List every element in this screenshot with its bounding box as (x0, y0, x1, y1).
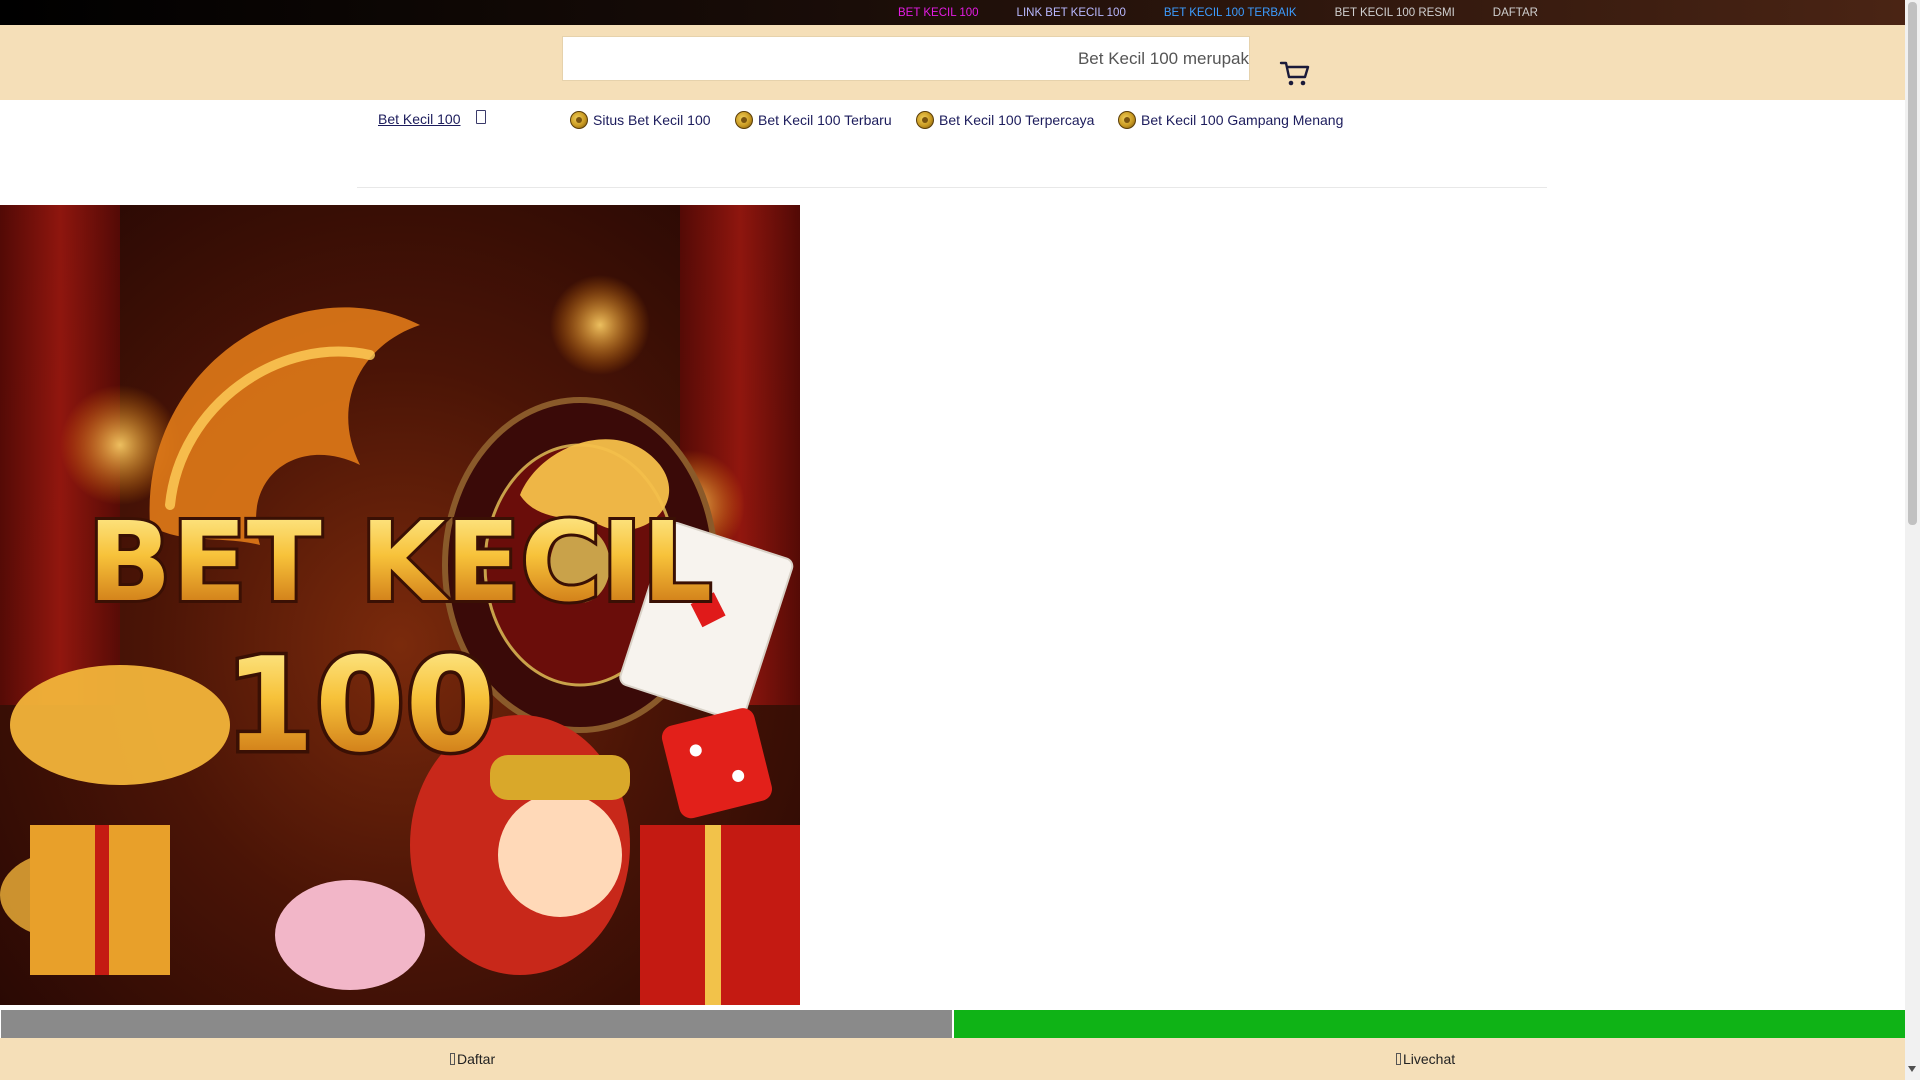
header: Bet Kecil 100 merupak (0, 25, 1905, 100)
user-plus-icon (450, 1053, 455, 1065)
scrollbar-thumb[interactable] (1908, 2, 1917, 525)
vertical-scrollbar[interactable] (1905, 0, 1920, 1080)
search-input[interactable]: Bet Kecil 100 merupak (562, 36, 1250, 81)
top-link-link-bet-kecil-100[interactable]: LINK BET KECIL 100 (1017, 7, 1126, 19)
coin-icon (570, 111, 588, 129)
coin-icon (735, 111, 753, 129)
hero-title-line1: BET KECIL (88, 498, 712, 626)
green-bar (954, 1010, 1905, 1038)
hero-banner-image: BET KECIL 100 (0, 205, 800, 1005)
coin-icon (1118, 111, 1136, 129)
top-link-resmi[interactable]: BET KECIL 100 RESMI (1335, 7, 1455, 19)
gray-bar (1, 1010, 952, 1038)
top-link-daftar[interactable]: DAFTAR (1493, 7, 1538, 19)
nav-item-situs[interactable]: Situs Bet Kecil 100 (570, 108, 711, 132)
hero-title-line2: 100 (224, 629, 495, 781)
bottom-action-bar: Daftar Livechat (0, 1038, 1905, 1080)
search-text: Bet Kecil 100 merupak (1077, 49, 1249, 68)
nav-item-label: Bet Kecil 100 Terbaru (758, 112, 892, 128)
nav-item-label: Situs Bet Kecil 100 (593, 112, 711, 128)
top-link-bet-kecil-100[interactable]: BET KECIL 100 (898, 7, 979, 19)
scroll-down-arrow-icon[interactable] (1908, 1066, 1916, 1072)
cart-icon[interactable] (1279, 58, 1311, 88)
nav-item-gampang-menang[interactable]: Bet Kecil 100 Gampang Menang (1118, 108, 1343, 132)
daftar-button[interactable]: Daftar (450, 1038, 495, 1080)
daftar-label: Daftar (457, 1051, 496, 1067)
livechat-button[interactable]: Livechat (1396, 1038, 1455, 1080)
hero-illustration: BET KECIL 100 (0, 205, 800, 1005)
nav-item-label: Bet Kecil 100 Gampang Menang (1141, 112, 1344, 128)
nav-item-terpercaya[interactable]: Bet Kecil 100 Terpercaya (916, 108, 1094, 132)
top-links: BET KECIL 100 LINK BET KECIL 100 BET KEC… (898, 0, 1538, 25)
nav-item-terbaru[interactable]: Bet Kecil 100 Terbaru (735, 108, 892, 132)
nav-divider (357, 187, 1547, 188)
page: BET KECIL 100 LINK BET KECIL 100 BET KEC… (0, 0, 1920, 1080)
chat-icon (1396, 1053, 1401, 1065)
nav-dropdown-icon[interactable] (476, 110, 486, 124)
top-link-bar: BET KECIL 100 LINK BET KECIL 100 BET KEC… (0, 0, 1905, 25)
nav-home-link[interactable]: Bet Kecil 100 (378, 111, 461, 127)
coin-icon (916, 111, 934, 129)
nav-bar: Bet Kecil 100 Situs Bet Kecil 100 Bet Ke… (0, 108, 1905, 132)
nav-item-label: Bet Kecil 100 Terpercaya (939, 112, 1095, 128)
top-link-terbaik[interactable]: BET KECIL 100 TERBAIK (1164, 7, 1297, 19)
livechat-label: Livechat (1403, 1051, 1456, 1067)
